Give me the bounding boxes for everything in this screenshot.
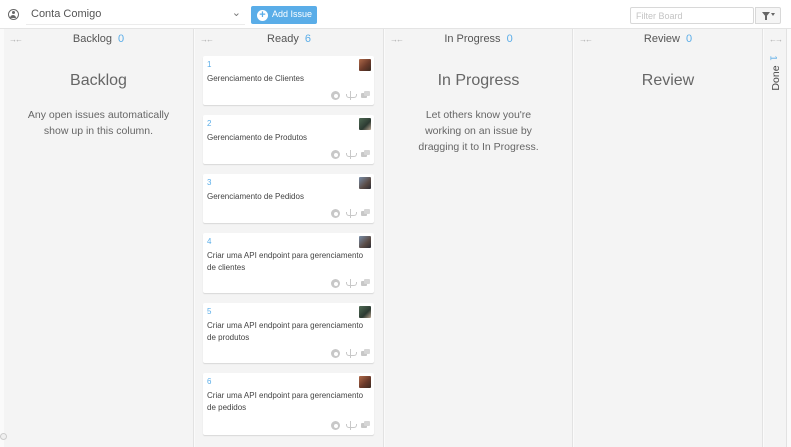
issue-number[interactable]: 1	[207, 60, 211, 69]
empty-state-title: In Progress	[437, 72, 520, 89]
empty-state-title: Review	[641, 72, 695, 89]
comment-icon[interactable]	[361, 421, 370, 430]
filter-button[interactable]	[755, 7, 781, 24]
issue-number[interactable]: 3	[207, 178, 211, 187]
column-review: →← Review 0 Review	[574, 29, 763, 447]
repo-name: Conta Comigo	[31, 8, 102, 20]
issue-number[interactable]: 4	[207, 237, 211, 246]
add-issue-button[interactable]: + Add Issue	[251, 6, 317, 24]
expand-icon[interactable]: ←→	[769, 35, 783, 44]
issue-title: Criar uma API endpoint para gerenciament…	[207, 321, 364, 342]
assignee-avatar	[359, 376, 371, 388]
comment-icon[interactable]	[361, 279, 370, 288]
comment-icon[interactable]	[361, 150, 370, 159]
github-icon[interactable]	[331, 421, 340, 430]
column-title: Review	[643, 33, 680, 45]
caret-down-icon	[771, 13, 775, 16]
top-bar: Conta Comigo ⌄ + Add Issue	[0, 0, 791, 29]
column-in-progress: →← In Progress 0 In Progress Let others k…	[385, 29, 573, 447]
scale-icon[interactable]	[346, 150, 357, 159]
github-icon[interactable]	[331, 209, 340, 218]
comment-icon[interactable]	[361, 209, 370, 218]
assignee-avatar	[359, 177, 371, 189]
github-icon[interactable]	[331, 279, 340, 288]
github-icon[interactable]	[331, 150, 340, 159]
github-icon[interactable]	[331, 349, 340, 358]
column-backlog: →← Backlog 0 Backlog Any open issues auto…	[4, 29, 194, 447]
column-count: 0	[506, 33, 513, 45]
column-count: 0	[118, 33, 125, 45]
filter-board-input[interactable]	[630, 7, 754, 24]
column-done-collapsed[interactable]: ←→ 1 Done	[764, 29, 787, 447]
plus-icon: +	[257, 9, 268, 21]
empty-state-text: Any open issues automatically show up in…	[27, 109, 170, 137]
chevron-down-icon: ⌄	[231, 7, 241, 19]
issue-card[interactable]: 1 Gerenciamento de Clientes	[203, 56, 374, 105]
issue-title: Criar uma API endpoint para gerenciament…	[207, 391, 364, 412]
column-ready: →← Ready 6 1 Gerenciamento de Clientes 2 …	[195, 29, 384, 447]
add-issue-label: Add Issue	[272, 9, 313, 19]
column-title: Ready	[267, 33, 299, 45]
issue-number[interactable]: 2	[207, 119, 211, 128]
comment-icon[interactable]	[361, 349, 370, 358]
comment-icon[interactable]	[361, 91, 370, 100]
column-header: →← Ready 6	[195, 29, 383, 49]
issue-card[interactable]: 3 Gerenciamento de Pedidos	[203, 174, 374, 223]
funnel-icon	[762, 12, 770, 20]
issue-title: Gerenciamento de Clientes	[207, 74, 304, 83]
issue-title: Gerenciamento de Pedidos	[207, 192, 304, 201]
issue-card[interactable]: 5 Criar uma API endpoint para gerenciame…	[203, 303, 374, 363]
issue-card[interactable]: 4 Criar uma API endpoint para gerenciame…	[203, 233, 374, 293]
scale-icon[interactable]	[346, 421, 357, 430]
repo-select[interactable]: Conta Comigo ⌄	[26, 5, 245, 25]
board: →← Backlog 0 Backlog Any open issues auto…	[0, 29, 791, 447]
issue-card[interactable]: 6 Criar uma API endpoint para gerenciame…	[203, 373, 374, 435]
column-header: →← Review 0	[574, 29, 762, 49]
column-header: →← Backlog 0	[4, 29, 193, 49]
issue-title: Criar uma API endpoint para gerenciament…	[207, 251, 364, 272]
empty-state-title: Backlog	[70, 72, 127, 89]
issue-number[interactable]: 5	[207, 307, 211, 316]
scale-icon[interactable]	[346, 349, 357, 358]
assignee-avatar	[359, 236, 371, 248]
column-header: →← In Progress 0	[385, 29, 572, 49]
column-count: 6	[304, 33, 311, 45]
empty-state-text: Let others know you're working on an iss…	[418, 109, 539, 153]
column-title: Done	[770, 65, 782, 91]
assignee-avatar	[359, 59, 371, 71]
column-title: Backlog	[72, 33, 112, 45]
assignee-avatar	[359, 306, 371, 318]
scale-icon[interactable]	[346, 91, 357, 100]
scale-icon[interactable]	[346, 279, 357, 288]
issue-number[interactable]: 6	[207, 377, 211, 386]
column-title: In Progress	[444, 33, 501, 45]
repo-user-icon	[8, 9, 19, 20]
github-icon[interactable]	[331, 91, 340, 100]
assignee-avatar	[359, 118, 371, 130]
column-count: 0	[685, 33, 693, 45]
sidebar-toggle-handle[interactable]	[0, 433, 7, 440]
issue-card[interactable]: 2 Gerenciamento de Produtos	[203, 115, 374, 164]
issue-title: Gerenciamento de Produtos	[207, 133, 308, 142]
scale-icon[interactable]	[346, 209, 357, 218]
